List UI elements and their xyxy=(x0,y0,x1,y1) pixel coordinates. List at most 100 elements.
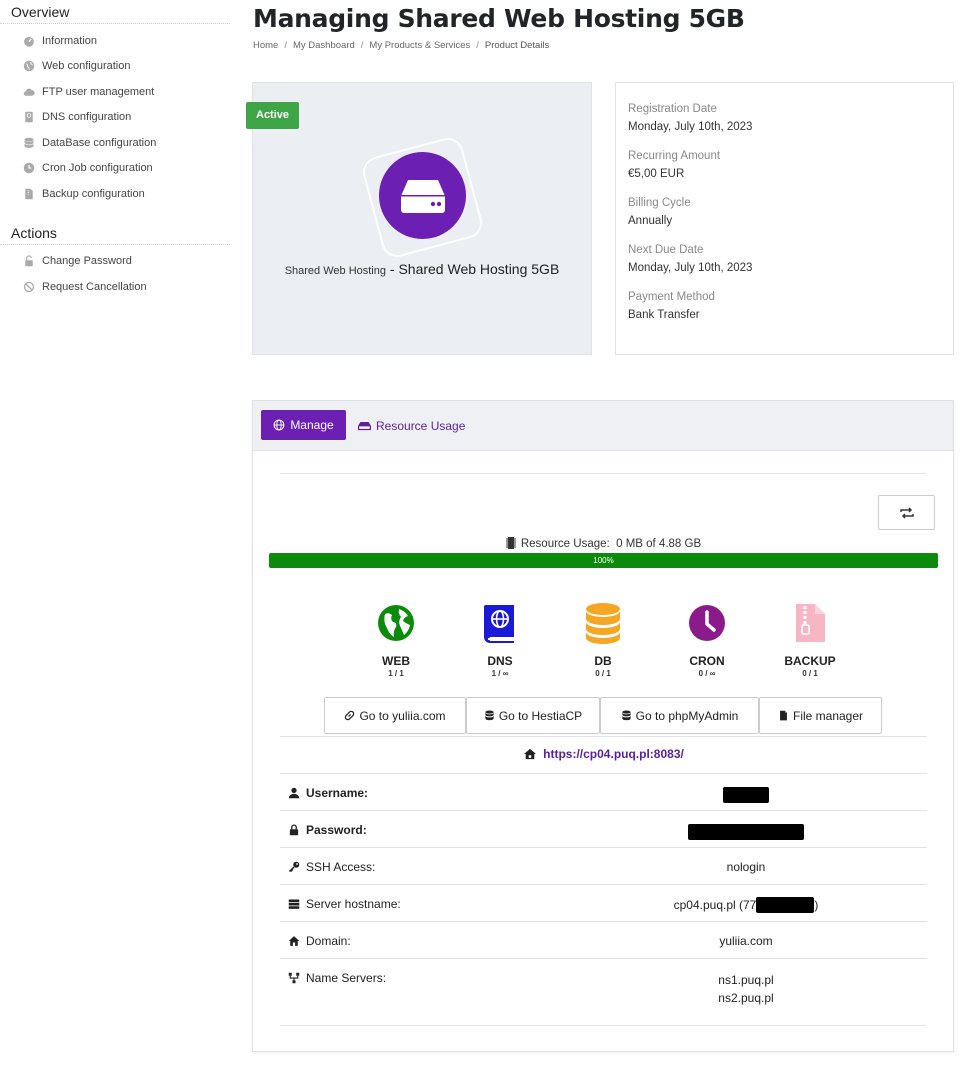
feature-backup[interactable]: BACKUP 0 / 1 xyxy=(780,602,840,678)
next-due-date-label: Next Due Date xyxy=(628,244,704,256)
clock-icon xyxy=(22,161,36,175)
feature-db[interactable]: DB 0 / 1 xyxy=(573,602,633,678)
sidebar-item-label: Web configuration xyxy=(42,60,131,73)
sidebar-item-dns-configuration[interactable]: DNS configuration xyxy=(0,105,232,131)
book-icon xyxy=(22,110,36,124)
domain-row: Domain: yuliia.com xyxy=(280,921,927,958)
breadcrumb-home[interactable]: Home xyxy=(253,40,278,51)
file-icon xyxy=(780,710,787,721)
hdd-icon xyxy=(358,421,371,431)
sidebar-item-label: Cron Job configuration xyxy=(42,162,153,175)
globe-icon xyxy=(273,419,285,431)
globe-icon xyxy=(22,59,36,73)
clock-icon xyxy=(677,602,737,644)
actions-heading: Actions xyxy=(0,221,230,245)
link-icon xyxy=(345,710,355,721)
feature-dns[interactable]: DNS 1 / ∞ xyxy=(470,602,530,678)
sidebar-item-cron-job-configuration[interactable]: Cron Job configuration xyxy=(0,156,232,182)
database-icon xyxy=(485,710,494,721)
payment-method-label: Payment Method xyxy=(628,291,715,303)
network-icon xyxy=(288,972,300,984)
refresh-button[interactable] xyxy=(878,495,935,530)
file-manager-button[interactable]: File manager xyxy=(759,697,882,734)
sidebar-item-ftp-user-management[interactable]: FTP user management xyxy=(0,79,232,105)
username-row: Username: xyxy=(280,773,927,810)
control-panel-link[interactable]: https://cp04.puq.pl:8083/ xyxy=(280,747,927,761)
recurring-amount-label: Recurring Amount xyxy=(628,150,721,162)
sidebar-item-label: Request Cancellation xyxy=(42,280,147,293)
file-zipper-icon xyxy=(780,602,840,644)
sidebar-item-label: Information xyxy=(42,34,98,47)
go-to-website-button[interactable]: Go to yuliia.com xyxy=(324,697,466,734)
product-icon xyxy=(359,134,486,261)
unlock-icon xyxy=(22,254,36,268)
divider xyxy=(280,473,926,474)
user-icon xyxy=(288,787,300,799)
overview-list: Information Web configuration FTP user m… xyxy=(0,24,232,207)
database-icon xyxy=(22,136,36,150)
actions-list: Change Password Request Cancellation xyxy=(0,245,232,300)
sidebar-item-label: DNS configuration xyxy=(42,111,132,124)
file-zip-icon xyxy=(22,187,36,201)
redacted-ip xyxy=(756,897,815,913)
recurring-amount-value: €5,00 EUR xyxy=(628,168,685,180)
password-row: Password: xyxy=(280,810,927,847)
memory-icon xyxy=(505,537,516,549)
go-to-phpmyadmin-button[interactable]: Go to phpMyAdmin xyxy=(600,697,759,734)
sidebar-item-information[interactable]: Information xyxy=(0,28,232,54)
payment-method-value: Bank Transfer xyxy=(628,309,700,321)
usage-progress-fill: 100% xyxy=(269,553,938,568)
ban-icon xyxy=(22,280,36,294)
usage-progress-bar: 100% xyxy=(269,553,938,568)
server-hostname-row: Server hostname: cp04.puq.pl (77) xyxy=(280,884,927,921)
house-signal-icon xyxy=(524,748,537,760)
database-icon xyxy=(573,602,633,644)
sidebar-item-backup-configuration[interactable]: Backup configuration xyxy=(0,181,232,207)
redacted-password xyxy=(688,824,804,840)
cloud-icon xyxy=(22,85,36,99)
divider xyxy=(280,1025,926,1026)
feature-cron[interactable]: CRON 0 / ∞ xyxy=(677,602,737,678)
go-to-hestiacp-button[interactable]: Go to HestiaCP xyxy=(466,697,600,734)
billing-info-card: Registration Date Monday, July 10th, 202… xyxy=(615,82,954,355)
sidebar-item-change-password[interactable]: Change Password xyxy=(0,249,232,275)
server-icon xyxy=(288,899,300,909)
sidebar-item-request-cancellation[interactable]: Request Cancellation xyxy=(0,274,232,300)
feature-web[interactable]: WEB 1 / 1 xyxy=(366,602,426,678)
breadcrumb-dashboard[interactable]: My Dashboard xyxy=(293,40,355,51)
breadcrumb: Home / My Dashboard / My Products & Servic… xyxy=(253,40,550,51)
globe-americas-icon xyxy=(366,602,426,644)
sidebar-item-database-configuration[interactable]: DataBase configuration xyxy=(0,130,232,156)
billing-cycle-value: Annually xyxy=(628,215,673,227)
sidebar-item-web-configuration[interactable]: Web configuration xyxy=(0,54,232,80)
breadcrumb-products[interactable]: My Products & Services xyxy=(369,40,470,51)
database-icon xyxy=(622,710,631,721)
house-icon xyxy=(288,936,300,946)
ns2-value: ns2.puq.pl xyxy=(718,991,774,1005)
next-due-date-value: Monday, July 10th, 2023 xyxy=(628,262,753,274)
sidebar-item-label: Backup configuration xyxy=(42,187,145,200)
resource-usage-summary: Resource Usage: 0 MB of 4.88 GB xyxy=(269,537,938,550)
product-title: Shared Web Hosting 5GB xyxy=(398,261,560,277)
ns1-value: ns1.puq.pl xyxy=(718,973,774,987)
name-servers-row: Name Servers: ns1.puq.pl ns2.puq.pl xyxy=(280,958,927,1025)
sidebar-item-label: DataBase configuration xyxy=(42,136,157,149)
ssh-access-row: SSH Access: nologin xyxy=(280,847,927,884)
sidebar-item-label: FTP user management xyxy=(42,85,155,98)
server-icon xyxy=(379,152,466,239)
lock-icon xyxy=(289,824,299,836)
sidebar: Overview Information Web configuration F… xyxy=(0,0,232,300)
key-icon xyxy=(288,861,300,873)
redacted-username xyxy=(723,787,769,803)
panel-tabs: Manage Resource Usage xyxy=(253,401,953,451)
product-name: Shared Web Hosting - Shared Web Hosting … xyxy=(284,261,560,277)
product-group: Shared Web Hosting xyxy=(284,265,386,277)
breadcrumb-current: Product Details xyxy=(484,40,550,51)
book-atlas-icon xyxy=(470,602,530,644)
refresh-icon xyxy=(899,506,914,519)
tab-manage[interactable]: Manage xyxy=(261,410,346,440)
tab-resource-usage[interactable]: Resource Usage xyxy=(358,419,465,433)
overview-heading: Overview xyxy=(0,0,230,24)
page-title: Managing Shared Web Hosting 5GB xyxy=(253,4,745,33)
registration-date-value: Monday, July 10th, 2023 xyxy=(628,121,753,133)
